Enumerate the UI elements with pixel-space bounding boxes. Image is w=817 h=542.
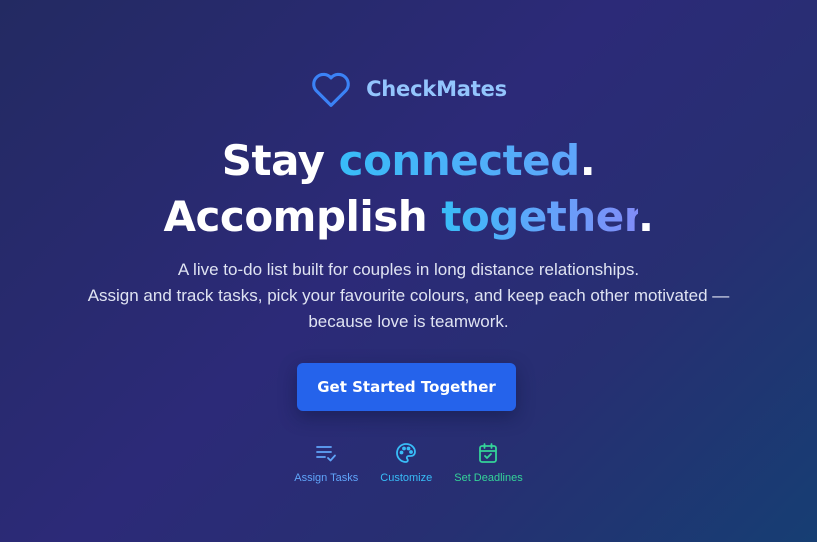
feature-set-deadlines: Set Deadlines [454, 441, 523, 484]
feature-customize-label: Customize [380, 472, 433, 484]
headline-stay-text: Stay [221, 136, 339, 185]
feature-assign-tasks: Assign Tasks [294, 441, 358, 484]
calendar-check-icon [479, 443, 498, 463]
headline-connected-text: connected [338, 136, 581, 185]
headline: Stay connected. Accomplish together. [0, 133, 817, 245]
headline-period-1: . [579, 136, 596, 185]
headline-period-2: . [638, 192, 654, 241]
subtitle-line-2: Assign and track tasks, pick your favour… [87, 286, 730, 305]
hero-section: CheckMates Stay connected. Accomplish to… [0, 0, 817, 542]
palette-icon [396, 443, 417, 463]
subtitle: A live to-do list built for couples in l… [0, 257, 817, 335]
heart-outline-icon [312, 72, 350, 107]
get-started-button[interactable]: Get Started Together [297, 363, 516, 411]
subtitle-line-1: A live to-do list built for couples in l… [177, 260, 640, 279]
subtitle-line-3: because love is teamwork. [308, 312, 509, 331]
brand-name: CheckMates [366, 77, 507, 101]
feature-set-deadlines-label: Set Deadlines [454, 472, 523, 484]
brand: CheckMates [0, 70, 817, 108]
feature-list: Assign Tasks Customize Set Deadlines [0, 441, 817, 484]
headline-line-1: Stay connected. [0, 133, 817, 189]
headline-accomplish-text: Accomplish [163, 192, 442, 241]
headline-together-text: together [441, 192, 638, 241]
feature-customize: Customize [380, 441, 432, 484]
headline-line-2: Accomplish together. [0, 189, 817, 245]
feature-assign-tasks-label: Assign Tasks [294, 472, 359, 484]
list-check-icon [316, 446, 337, 462]
